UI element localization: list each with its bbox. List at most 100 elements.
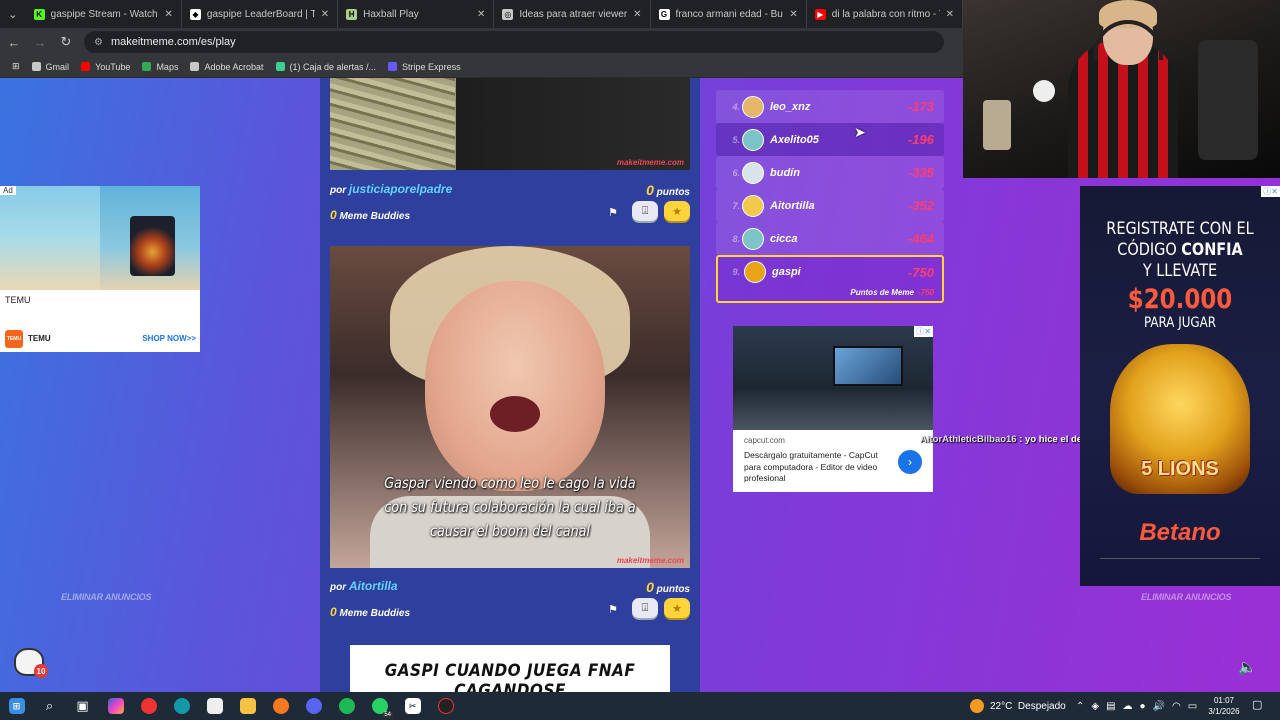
- ad-choices-icon[interactable]: ⓘ✕: [1261, 186, 1280, 197]
- shop-now-link[interactable]: SHOP NOW>>: [142, 334, 196, 343]
- ad-choices-icon[interactable]: ⓘ✕: [914, 326, 933, 337]
- player-name: Aitortilla: [770, 199, 815, 212]
- clock[interactable]: 01:07 3/1/2026: [1204, 695, 1244, 717]
- obs-icon[interactable]: [429, 692, 462, 720]
- author-link[interactable]: Aitortilla: [349, 579, 398, 593]
- windows-taskbar: ⊞ ⌕ ▣ 54 ✂ 22°C Despejado ⌃ ◈ ▤ ☁ ● 🔊 ◠ …: [0, 692, 1280, 720]
- remove-ads-right-link[interactable]: ELIMINAR ANUNCIOS: [1141, 592, 1231, 602]
- ad-logo-name: TEMU: [28, 334, 51, 343]
- firefox-icon[interactable]: [264, 692, 297, 720]
- wifi-icon[interactable]: ◠: [1172, 701, 1181, 712]
- bookmark-maps[interactable]: Maps: [142, 62, 178, 72]
- address-bar[interactable]: ⚙ makeitmeme.com/es/play: [84, 31, 944, 53]
- star-button[interactable]: ★: [664, 201, 690, 221]
- tab-3[interactable]: ◎ Ideas para atraer viewers ✕: [494, 0, 651, 28]
- whatsapp-icon[interactable]: 54: [363, 692, 396, 720]
- remove-ads-left-link[interactable]: ELIMINAR ANUNCIOS: [61, 592, 151, 602]
- avatar: [742, 194, 764, 217]
- report-flag-icon[interactable]: ⚑: [608, 603, 618, 616]
- network-icon[interactable]: ◈: [1091, 701, 1099, 712]
- bookmark-gmail[interactable]: Gmail: [31, 62, 69, 72]
- usb-icon[interactable]: ▤: [1106, 701, 1115, 712]
- close-icon[interactable]: ✕: [789, 9, 797, 20]
- capcut-icon[interactable]: ✂: [396, 692, 429, 720]
- tab-0[interactable]: K gaspipe Stream - Watch Live on ✕: [26, 0, 182, 28]
- close-icon[interactable]: ✕: [946, 9, 954, 20]
- ad-line-1: REGISTRATE CON EL: [1106, 219, 1254, 239]
- chrome-icon[interactable]: [132, 692, 165, 720]
- chevron-right-icon[interactable]: ›: [898, 450, 922, 474]
- leaderboard-row[interactable]: 4. leo_xnz -173: [716, 90, 944, 123]
- player-name: gaspi: [772, 266, 801, 278]
- author-link[interactable]: justiciaporelpadre: [349, 182, 452, 196]
- address-url: makeitmeme.com/es/play: [110, 36, 236, 48]
- volume-icon[interactable]: 🔊: [1153, 701, 1165, 712]
- edge-icon[interactable]: [165, 692, 198, 720]
- tab-label: di la palabra con ritmo - YouTu: [831, 8, 940, 20]
- leaderboard-row[interactable]: 7. Aitortilla -352: [716, 189, 944, 222]
- back-arrow-icon[interactable]: ←: [2, 30, 26, 54]
- tab-search-icon[interactable]: ⌄: [0, 0, 26, 28]
- leaderboard-current-player[interactable]: 9. gaspi -750 Puntos de Meme -750: [716, 255, 944, 303]
- tab-label: gaspipe Stream - Watch Live on: [50, 8, 159, 20]
- spotify-icon[interactable]: [330, 692, 363, 720]
- meme-image-2[interactable]: Gaspar viendo como leo le cago la vida c…: [330, 246, 690, 568]
- clock-date: 3/1/2026: [1208, 707, 1240, 716]
- ad-brand: TEMU: [5, 295, 31, 305]
- star-button[interactable]: ★: [664, 598, 690, 618]
- apps-grid-icon[interactable]: ⊞: [12, 61, 20, 72]
- ad-headline: REGISTRATE CON EL CÓDIGO CONFIA Y LLEVAT…: [1095, 219, 1265, 282]
- bookmark-stripe[interactable]: Stripe Express: [388, 62, 461, 72]
- weather-widget[interactable]: 22°C Despejado: [970, 692, 1066, 720]
- store-icon[interactable]: [198, 692, 231, 720]
- bookmark-acrobat[interactable]: Adobe Acrobat: [190, 62, 264, 72]
- bookmark-alertas[interactable]: (1) Caja de alertas /...: [275, 62, 376, 72]
- close-icon[interactable]: ✕: [633, 9, 641, 20]
- chat-ghost-icon[interactable]: 10: [14, 648, 48, 678]
- battery-icon[interactable]: ▭: [1188, 701, 1197, 712]
- bookmarks-bar: ⊞ Gmail YouTube Maps Adobe Acrobat (1) C…: [0, 56, 963, 78]
- folder-icon[interactable]: [231, 692, 264, 720]
- sound-muted-icon[interactable]: 🔈: [1238, 658, 1257, 676]
- player-score: -173: [907, 99, 934, 114]
- site-info-icon[interactable]: ⚙: [94, 37, 103, 48]
- chat-username: AitorAthleticBilbao16: [920, 434, 1017, 445]
- player-name: leo_xnz: [770, 100, 811, 113]
- windows-start-icon[interactable]: ⊞: [0, 692, 33, 720]
- close-icon[interactable]: ✕: [321, 9, 329, 20]
- bookmark-youtube[interactable]: YouTube: [81, 62, 130, 72]
- chevron-up-icon[interactable]: ⌃: [1076, 701, 1084, 712]
- tab-label: Haxball Play: [363, 8, 419, 20]
- meme-image-1[interactable]: makeitmeme.com: [330, 78, 690, 170]
- notification-icon[interactable]: ▢: [1252, 698, 1262, 711]
- close-icon[interactable]: ✕: [165, 9, 173, 20]
- leaderboard-row[interactable]: 5. Axelito05 -196: [716, 123, 944, 156]
- stripe-icon: [388, 62, 398, 71]
- tab-4[interactable]: G franco armani edad - Buscar con ✕: [651, 0, 807, 28]
- mic-icon[interactable]: ●: [1140, 701, 1146, 712]
- reload-icon[interactable]: ↻: [54, 30, 78, 54]
- discord-icon[interactable]: [297, 692, 330, 720]
- report-flag-icon[interactable]: ⚑: [608, 206, 618, 219]
- leaderboard-row[interactable]: 6. budín -335: [716, 156, 944, 189]
- post-points: 0 puntos: [646, 182, 690, 198]
- system-tray: ⌃ ◈ ▤ ☁ ● 🔊 ◠ ▭: [1076, 692, 1204, 720]
- cloud-icon[interactable]: ☁: [1123, 701, 1133, 712]
- forward-arrow-icon[interactable]: →: [28, 30, 52, 54]
- capcut-ad[interactable]: ⓘ✕ capcut.com Descárgalo gratuitamente -…: [733, 326, 933, 492]
- betano-ad[interactable]: ⓘ✕ REGISTRATE CON EL CÓDIGO CONFIA Y LLE…: [1080, 186, 1280, 586]
- meme-image-3[interactable]: GASPI CUANDO JUEGA FNAF CAGANDOSE: [350, 645, 670, 692]
- tab-1[interactable]: ◆ gaspipe LeaderBoard | The best ✕: [182, 0, 339, 28]
- temu-ad[interactable]: Ad TEMU TEMU TEMU SHOP NOW>>: [0, 186, 200, 352]
- download-button[interactable]: ⍗: [632, 598, 658, 618]
- close-icon[interactable]: ✕: [477, 9, 485, 20]
- task-view-icon[interactable]: ▣: [66, 692, 99, 720]
- download-button[interactable]: ⍗: [632, 201, 658, 221]
- meme-buddies: 0 Meme Buddies: [330, 208, 410, 222]
- tab-5[interactable]: ▶ di la palabra con ritmo - YouTu ✕: [807, 0, 963, 28]
- copilot-icon[interactable]: [99, 692, 132, 720]
- leaderboard-row[interactable]: 8. cicca -464: [716, 222, 944, 255]
- search-icon[interactable]: ⌕: [33, 692, 66, 720]
- tab-2[interactable]: H Haxball Play ✕: [338, 0, 495, 28]
- rank: 8.: [732, 233, 740, 244]
